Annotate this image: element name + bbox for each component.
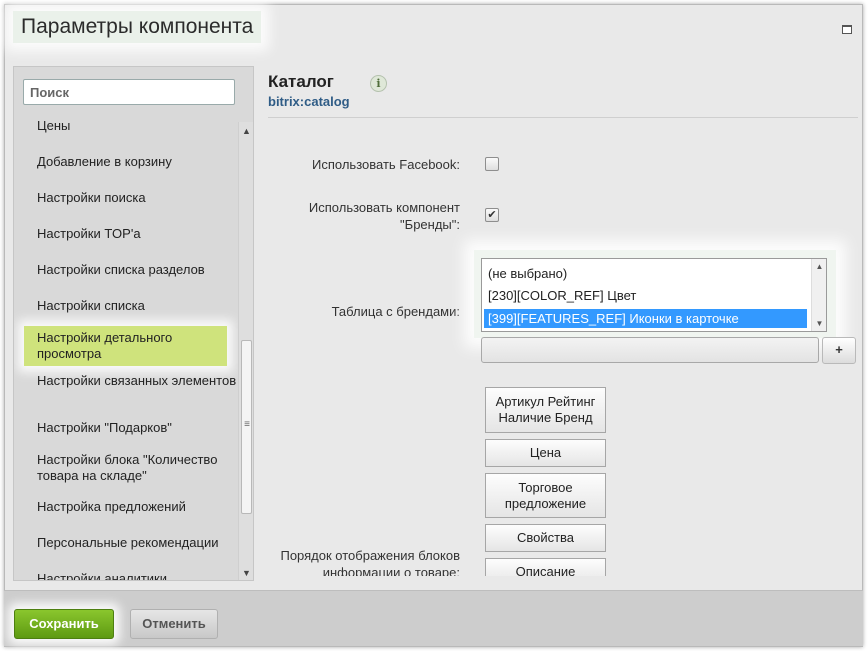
scroll-down-icon[interactable]: ▼	[812, 319, 827, 328]
add-button[interactable]: +	[822, 337, 856, 364]
block-description[interactable]: Описание	[485, 558, 606, 576]
sidebar-item-section-list[interactable]: Настройки списка разделов	[37, 262, 237, 278]
sidebar-item-list-settings[interactable]: Настройки списка	[37, 298, 237, 314]
maximize-icon[interactable]	[842, 25, 852, 34]
use-brands-label: Использовать компонент "Бренды":	[308, 200, 460, 232]
sidebar-item-prices[interactable]: Цены	[37, 118, 237, 134]
sidebar-item-analytics[interactable]: Настройки аналитики	[37, 571, 237, 580]
scroll-down-icon[interactable]: ▼	[239, 566, 254, 580]
brands-option[interactable]: (не выбрано)	[488, 264, 567, 283]
search-input[interactable]	[23, 79, 235, 105]
brands-option[interactable]: [230][COLOR_REF] Цвет	[488, 286, 636, 305]
use-facebook-label: Использовать Facebook:	[312, 157, 460, 172]
brands-table-input[interactable]	[481, 337, 819, 363]
titlebar[interactable]: Параметры компонента	[5, 5, 862, 51]
sidebar-menu: Цены Добавление в корзину Настройки поис…	[14, 114, 238, 580]
sidebar: Цены Добавление в корзину Настройки поис…	[13, 66, 254, 581]
info-icon[interactable]: i	[370, 75, 387, 92]
brands-table-label: Таблица с брендами:	[331, 304, 460, 319]
block-article-rating[interactable]: Артикул Рейтинг Наличие Бренд	[485, 387, 606, 433]
grip-icon: ≡	[244, 419, 250, 430]
dialog-footer: Сохранить Отменить	[4, 590, 863, 646]
blocks-order-label: Порядок отображения блоков информации о …	[280, 548, 460, 576]
listbox-scrollbar[interactable]: ▲ ▼	[811, 259, 826, 331]
scroll-up-icon[interactable]: ▲	[812, 262, 827, 271]
sidebar-scrollbar[interactable]: ▲ ≡ ▼	[238, 122, 253, 580]
sidebar-item-add-to-cart[interactable]: Добавление в корзину	[37, 154, 237, 170]
sidebar-item-recommendations[interactable]: Персональные рекомендации	[37, 535, 237, 551]
cancel-button[interactable]: Отменить	[130, 609, 218, 639]
sidebar-item-search-settings[interactable]: Настройки поиска	[37, 190, 237, 206]
sidebar-item-stock-block[interactable]: Настройки блока "Количество товара на ск…	[37, 452, 237, 484]
save-button[interactable]: Сохранить	[14, 609, 114, 639]
block-offer[interactable]: Торговое предложение	[485, 473, 606, 518]
use-brands-checkbox[interactable]: ✔	[485, 208, 499, 222]
brands-table-select[interactable]: (не выбрано) [230][COLOR_REF] Цвет [399]…	[481, 258, 827, 332]
divider	[268, 117, 858, 118]
block-properties[interactable]: Свойства	[485, 524, 606, 552]
scroll-thumb[interactable]: ≡	[241, 340, 252, 514]
component-code: bitrix:catalog	[268, 94, 350, 109]
sidebar-item-offers[interactable]: Настройка предложений	[37, 499, 237, 515]
block-price[interactable]: Цена	[485, 439, 606, 467]
sidebar-item-detail-view[interactable]: Настройки детального просмотра	[24, 326, 227, 366]
scroll-up-icon[interactable]: ▲	[239, 124, 254, 138]
blocks-order-area: Артикул Рейтинг Наличие Бренд Цена Торго…	[268, 380, 858, 576]
sidebar-item-gifts[interactable]: Настройки "Подарков"	[37, 420, 237, 436]
brands-option-selected[interactable]: [399][FEATURES_REF] Иконки в карточке	[484, 309, 807, 328]
sidebar-item-related-elements[interactable]: Настройки связанных элементов	[37, 373, 237, 389]
dialog-title: Параметры компонента	[13, 11, 262, 43]
use-facebook-checkbox[interactable]	[485, 157, 499, 171]
sidebar-item-top-settings[interactable]: Настройки TOP'а	[37, 226, 237, 242]
component-title: Каталог	[268, 72, 334, 91]
